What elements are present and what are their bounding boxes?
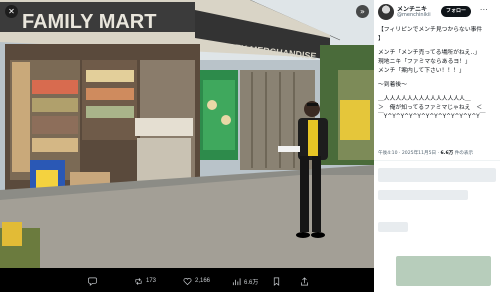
tweet-timestamp[interactable]: 午後4:10 · 2025年11月5日 ·	[378, 151, 441, 156]
retweet-count: 173	[146, 278, 157, 284]
retweet-button[interactable]: 173	[134, 270, 156, 292]
tweet-text: 【フィリピンでメンチ見つからない事件 】 メンチ「メンチ売ってる場所がねえ‥」 …	[378, 26, 498, 122]
user-handle[interactable]: @menchinikii	[397, 12, 431, 18]
tweet-line: 】	[378, 36, 384, 42]
bookmark-icon	[273, 277, 280, 286]
tweet-line: ＿人人人人人人人人人人人人人人＿	[378, 96, 471, 102]
close-button[interactable]: ✕	[5, 5, 18, 18]
tweet-views-label: 件の表示	[453, 151, 474, 156]
tweet-line: 現地ニキ「ファミマならあるヨ！」	[378, 59, 471, 65]
blurred-reply	[378, 222, 408, 232]
tweet-line: ＞ 俺が知ってるファミマじゃねえ ＜	[378, 105, 483, 111]
views-icon	[232, 277, 241, 285]
like-button[interactable]: 2,166	[183, 270, 210, 292]
tweet-line: メンチ「メンチ売ってる場所がねえ‥」	[378, 50, 481, 56]
views-button[interactable]: 6.6万	[232, 270, 258, 292]
tweet-panel: メンチニキ @menchinikii フォロー ··· 【フィリピンでメンチ見つ…	[374, 0, 500, 292]
reply-button[interactable]	[88, 270, 100, 292]
bookmark-button[interactable]	[272, 270, 281, 292]
tweet-meta: 午後4:10 · 2025年11月5日 · 6.6万 件の表示	[378, 150, 473, 156]
blurred-reply	[378, 168, 496, 182]
tweet-line: ￣Y^Y^Y^Y^Y^Y^Y^Y^Y^Y^Y^Y￣	[378, 114, 486, 120]
reply-icon	[88, 277, 97, 286]
tweet-line: 【フィリピンでメンチ見つからない事件	[378, 27, 483, 33]
close-icon: ✕	[8, 7, 15, 16]
follow-button[interactable]: フォロー	[441, 6, 471, 17]
more-options-icon[interactable]: ···	[480, 6, 488, 14]
blurred-reply	[378, 190, 468, 200]
blurred-reply-media	[396, 256, 491, 286]
views-count: 6.6万	[244, 279, 259, 286]
media-action-bar: 173 2,166 6.6万	[0, 270, 374, 292]
avatar[interactable]	[378, 4, 394, 20]
share-icon	[300, 276, 309, 285]
expand-icon: »	[360, 7, 365, 16]
storefront-photo: FAMILY MART CEK MERCHANDISE	[0, 0, 374, 268]
sign-main-text: FAMILY MART	[22, 11, 156, 33]
heart-icon	[183, 277, 192, 285]
like-count: 2,166	[195, 278, 211, 284]
expand-button[interactable]: »	[356, 5, 369, 18]
media-viewer: FAMILY MART CEK MERCHANDISE ✕ » 173 2,16…	[0, 0, 374, 292]
tweet-views-value: 6.6万	[440, 151, 454, 156]
share-button[interactable]	[300, 270, 309, 292]
tweet-line: 〜到着後〜	[378, 82, 407, 88]
tweet-line: メンチ「案内して下さい！！！」	[378, 68, 465, 74]
retweet-icon	[135, 277, 142, 285]
tweet-photo[interactable]: FAMILY MART CEK MERCHANDISE	[0, 0, 374, 268]
divider	[374, 160, 500, 161]
